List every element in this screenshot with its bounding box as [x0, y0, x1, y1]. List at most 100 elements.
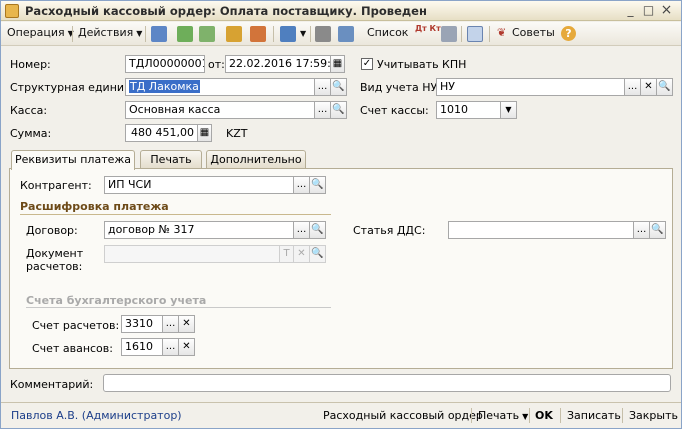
kpn-checkbox[interactable]: ✓ [361, 58, 373, 70]
calendar-icon[interactable]: ▦ [331, 55, 345, 73]
tips-button[interactable]: Советы [512, 26, 555, 39]
print-form-button[interactable]: Расходный кассовый ордер [323, 409, 483, 422]
contract-select-button[interactable]: ... [294, 221, 310, 239]
status-separator [471, 408, 472, 423]
settlement-doc-label-2: расчетов: [26, 260, 83, 273]
settlement-account-input[interactable]: 3310 [121, 315, 163, 333]
search-icon[interactable]: 🔍 [657, 78, 673, 96]
clear-icon[interactable]: ✕ [179, 315, 195, 333]
settings-list-icon[interactable] [338, 26, 354, 42]
section-divider [26, 307, 331, 308]
operation-menu[interactable]: Операция ▼ [7, 26, 74, 39]
print-menu[interactable]: Печать ▼ [478, 409, 528, 422]
dds-input[interactable] [448, 221, 634, 239]
status-bar: Павлов А.В. (Администратор) Расходный ка… [1, 402, 681, 428]
cash-select-button[interactable]: ... [315, 101, 331, 119]
actions-menu-label: Действия [78, 26, 134, 39]
cash-account-label: Счет кассы: [360, 104, 429, 117]
contract-label: Договор: [26, 224, 78, 237]
payment-breakdown-title: Расшифровка платежа [20, 200, 169, 213]
search-icon[interactable]: 🔍 [331, 101, 347, 119]
actions-menu[interactable]: Действия ▼ [78, 26, 142, 39]
go-to-icon[interactable] [280, 26, 296, 42]
toolbar-separator [145, 26, 146, 42]
tab-print[interactable]: Печать [140, 150, 202, 169]
kpn-label: Учитывать КПН [377, 58, 467, 71]
search-icon[interactable]: 🔍 [331, 78, 347, 96]
date-input[interactable]: 22.02.2016 17:59:17 [225, 55, 331, 73]
search-icon[interactable]: 🔍 [310, 245, 326, 263]
tabs-container: Реквизиты платежа Печать Дополнительно К… [9, 150, 673, 369]
cash-account-input[interactable]: 1010 [436, 101, 501, 119]
current-user-link[interactable]: Павлов А.В. (Администратор) [11, 409, 182, 422]
dropdown-icon[interactable]: ▼ [501, 101, 517, 119]
post-document-icon[interactable] [151, 26, 167, 42]
clear-icon[interactable]: ✕ [179, 338, 195, 356]
report-icon[interactable] [441, 26, 457, 42]
unit-input[interactable]: ТД Лакомка [125, 78, 315, 96]
close-window-button[interactable]: × [659, 3, 674, 18]
counterparty-label: Контрагент: [20, 179, 92, 192]
comment-input[interactable] [103, 374, 671, 392]
sum-input[interactable]: 480 451,00 [125, 124, 198, 142]
unit-label: Структурная единица: [10, 81, 142, 94]
toolbar: Операция ▼ Действия ▼ ▼ Список Дт Кт ❦ Сов… [1, 22, 681, 46]
list-button[interactable]: Список [367, 26, 408, 39]
copy-icon[interactable] [199, 26, 215, 42]
title-bar: Расходный кассовый ордер: Оплата поставщ… [1, 1, 681, 21]
calculator-icon[interactable]: ▦ [198, 124, 212, 142]
cash-input[interactable]: Основная касса [125, 101, 315, 119]
tab-additional[interactable]: Дополнительно [206, 150, 306, 169]
search-icon[interactable]: 🔍 [310, 176, 326, 194]
status-separator [622, 408, 623, 423]
clear-icon[interactable]: ✕ [641, 78, 657, 96]
nu-select-button[interactable]: ... [625, 78, 641, 96]
document-window: Расходный кассовый ордер: Оплата поставщ… [0, 0, 682, 429]
toolbar-separator [310, 26, 311, 42]
hierarchy-icon[interactable] [467, 26, 483, 42]
sum-label: Сумма: [10, 127, 52, 140]
create-based-on-icon[interactable] [226, 26, 242, 42]
advance-account-select-button[interactable]: ... [163, 338, 179, 356]
caret-down-icon: ▼ [522, 412, 529, 421]
contract-input[interactable]: договор № 317 [104, 221, 294, 239]
dt-kt-button[interactable]: Дт Кт [415, 25, 441, 33]
search-icon[interactable]: 🔍 [310, 221, 326, 239]
counterparty-select-button[interactable]: ... [294, 176, 310, 194]
settlement-doc-label: Документ [26, 247, 84, 260]
settlement-doc-input[interactable] [104, 245, 280, 263]
search-icon[interactable]: 🔍 [650, 221, 666, 239]
date-from-label: от: [208, 58, 225, 71]
save-button[interactable]: Записать [567, 409, 621, 422]
number-input[interactable]: ТДЛ00000001 [125, 55, 205, 73]
operation-menu-label: Операция [7, 26, 65, 39]
unit-select-button[interactable]: ... [315, 78, 331, 96]
settlement-account-label: Счет расчетов: [32, 319, 120, 332]
refresh-icon[interactable] [177, 26, 193, 42]
dds-label: Статья ДДС: [353, 224, 426, 237]
maximize-button[interactable]: □ [641, 4, 656, 18]
nu-input[interactable]: НУ [436, 78, 625, 96]
status-separator [529, 408, 530, 423]
accounts-section-title: Счета бухгалтерского учета [26, 294, 207, 307]
advance-account-input[interactable]: 1610 [121, 338, 163, 356]
help-button[interactable]: ? [561, 26, 576, 41]
minimize-button[interactable]: _ [623, 4, 638, 18]
ok-button[interactable]: OK [535, 409, 553, 422]
list-view-icon[interactable] [315, 26, 331, 42]
clear-icon[interactable]: ✕ [294, 245, 310, 263]
settlement-account-select-button[interactable]: ... [163, 315, 179, 333]
section-divider [20, 214, 331, 215]
print-menu-label: Печать [478, 409, 520, 422]
status-separator [560, 408, 561, 423]
go-to-dropdown[interactable]: ▼ [297, 26, 306, 39]
tab-payment-details[interactable]: Реквизиты платежа [11, 150, 135, 170]
close-button[interactable]: Закрыть [629, 409, 678, 422]
counterparty-input[interactable]: ИП ЧСИ [104, 176, 294, 194]
caret-down-icon: ▼ [300, 29, 307, 38]
dds-select-button[interactable]: ... [634, 221, 650, 239]
text-icon[interactable]: T [280, 245, 294, 263]
structure-icon[interactable] [250, 26, 266, 42]
tips-icon[interactable]: ❦ [497, 26, 506, 39]
toolbar-separator [461, 26, 462, 42]
